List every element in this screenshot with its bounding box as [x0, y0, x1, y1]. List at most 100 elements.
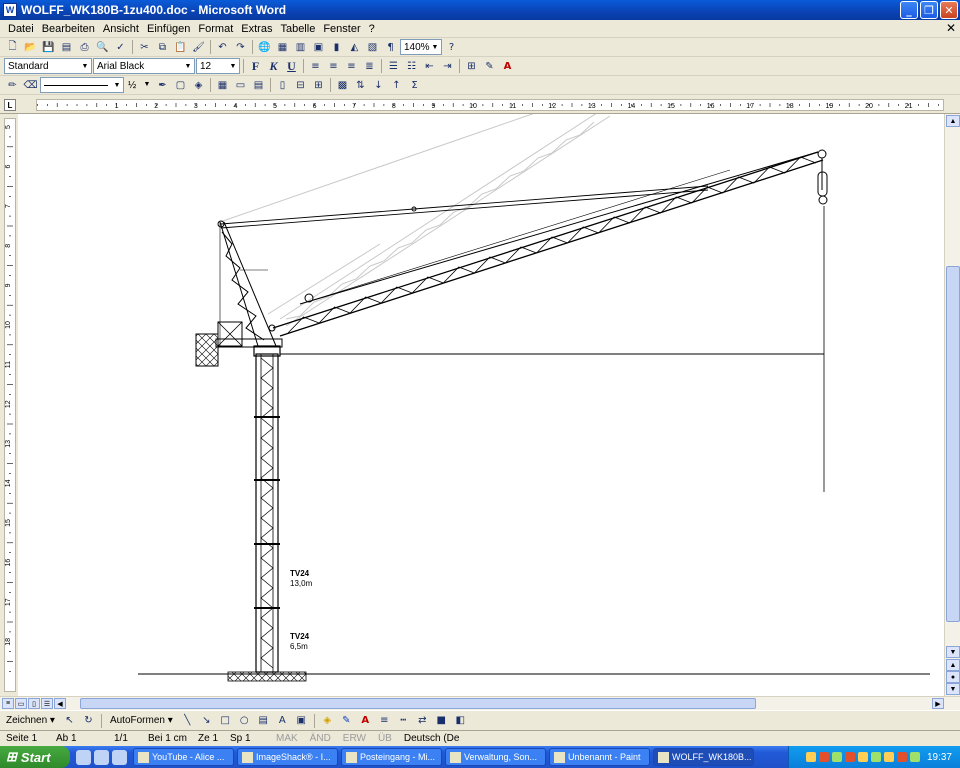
menu-format[interactable]: Format	[194, 23, 237, 35]
fill-color-icon[interactable]: ◈	[319, 713, 336, 729]
vertical-ruler-strip[interactable]: 5 6 7 8 9 10 11 12 13 14 15 16 17 18	[4, 118, 16, 692]
vertical-scrollbar[interactable]: ▲ ▼ ▲ ● ▼	[944, 114, 960, 696]
menu-datei[interactable]: Datei	[4, 23, 38, 35]
tray-icon[interactable]	[896, 752, 907, 762]
drawing-icon[interactable]: ◭	[346, 39, 363, 55]
crane-drawing[interactable]: TV24 13,0m TV24 6,5m	[18, 114, 944, 696]
status-language[interactable]: Deutsch (De	[398, 733, 466, 744]
title-bar[interactable]: W WOLFF_WK180B-1zu400.doc - Microsoft Wo…	[0, 0, 960, 20]
font-size-select[interactable]: 12 ▼	[196, 58, 240, 74]
outline-view-icon[interactable]: ☰	[41, 698, 53, 709]
vertical-ruler[interactable]: 5 6 7 8 9 10 11 12 13 14 15 16 17 18	[0, 114, 18, 696]
paste-icon[interactable]: 📋	[172, 39, 189, 55]
redo-icon[interactable]: ↷	[232, 39, 249, 55]
start-button[interactable]: ⊞ Start	[0, 746, 70, 768]
status-track-changes[interactable]: ÄND	[304, 733, 337, 744]
print-preview-icon[interactable]: 🔍	[94, 39, 111, 55]
normal-view-icon[interactable]: ≡	[2, 698, 14, 709]
scroll-down-button[interactable]: ▼	[946, 646, 960, 658]
document-canvas[interactable]: TV24 13,0m TV24 6,5m	[18, 114, 944, 696]
document-map-icon[interactable]: ▧	[364, 39, 381, 55]
close-window-button[interactable]: ✕	[940, 1, 958, 19]
tray-icon[interactable]	[844, 752, 855, 762]
next-page-button[interactable]: ▼	[946, 683, 960, 695]
save-icon[interactable]: 💾	[40, 39, 57, 55]
tray-icon[interactable]	[857, 752, 868, 762]
print-layout-icon[interactable]: ▯	[28, 698, 40, 709]
browse-object-button[interactable]: ●	[946, 671, 960, 683]
menu-einfuegen[interactable]: Einfügen	[143, 23, 194, 35]
tray-icon[interactable]	[909, 752, 920, 762]
hyperlink-icon[interactable]: 🌐	[256, 39, 273, 55]
3d-icon[interactable]: ◧	[452, 713, 469, 729]
taskbar-item[interactable]: Posteingang - Mi...	[341, 748, 442, 766]
align-cell-icon[interactable]: ▯	[274, 77, 291, 93]
show-hide-icon[interactable]: ¶	[382, 39, 399, 55]
dash-style-icon[interactable]: ┅	[395, 713, 412, 729]
tray-icon[interactable]	[883, 752, 894, 762]
autoshapes-menu-button[interactable]: AutoFormen ▾	[106, 715, 177, 726]
tray-icon[interactable]	[805, 752, 816, 762]
increase-indent-icon[interactable]: ⇥	[439, 58, 456, 74]
table-autoformat-icon[interactable]: ▩	[334, 77, 351, 93]
sort-ascending-icon[interactable]: ↓	[370, 77, 387, 93]
minimize-button[interactable]: _	[900, 1, 918, 19]
rectangle-icon[interactable]: □	[217, 713, 234, 729]
justify-icon[interactable]: ≣	[361, 58, 378, 74]
insert-table-icon[interactable]: ▥	[292, 39, 309, 55]
shadow-icon[interactable]: ■	[433, 713, 450, 729]
font-color-icon[interactable]: A	[357, 713, 374, 729]
align-center-icon[interactable]: ≡	[325, 58, 342, 74]
font-color-icon[interactable]: A	[499, 58, 516, 74]
wordart-icon[interactable]: A	[274, 713, 291, 729]
shading-color-icon[interactable]: ◈	[190, 77, 207, 93]
insert-excel-icon[interactable]: ▣	[310, 39, 327, 55]
word-app-icon[interactable]: W	[3, 3, 17, 17]
clock[interactable]: 19:37	[923, 752, 952, 763]
arrow-style-icon[interactable]: ⇄	[414, 713, 431, 729]
taskbar-item[interactable]: ImageShack® - I...	[237, 748, 338, 766]
bullets-icon[interactable]: ☷	[403, 58, 420, 74]
tab-selector[interactable]: L	[4, 99, 16, 111]
draw-table-pen-icon[interactable]: ✏	[4, 77, 21, 93]
scroll-right-button[interactable]: ▶	[932, 698, 944, 709]
format-painter-icon[interactable]: 🖌	[190, 39, 207, 55]
menu-extras[interactable]: Extras	[237, 23, 276, 35]
underline-button[interactable]: U	[283, 58, 300, 74]
undo-icon[interactable]: ↶	[214, 39, 231, 55]
horizontal-ruler[interactable]: L 12345678910111213141516171819202122	[0, 96, 960, 114]
insert-table-icon[interactable]: ▦	[214, 77, 231, 93]
change-text-direction-icon[interactable]: ⇅	[352, 77, 369, 93]
media-icon[interactable]	[112, 749, 127, 765]
taskbar-item[interactable]: Unbenannt - Paint	[549, 748, 650, 766]
tables-borders-icon[interactable]: ▦	[274, 39, 291, 55]
horizontal-ruler-strip[interactable]: 12345678910111213141516171819202122	[36, 99, 952, 111]
border-color-icon[interactable]: ✒	[154, 77, 171, 93]
oval-icon[interactable]: ○	[236, 713, 253, 729]
restore-button[interactable]: ❐	[920, 1, 938, 19]
line-style-icon[interactable]: ≡	[376, 713, 393, 729]
numbering-icon[interactable]: ☰	[385, 58, 402, 74]
line-icon[interactable]: ╲	[179, 713, 196, 729]
menu-bearbeiten[interactable]: Bearbeiten	[38, 23, 99, 35]
close-document-icon[interactable]: ✕	[946, 21, 956, 35]
permission-icon[interactable]: ▤	[58, 39, 75, 55]
open-folder-icon[interactable]: 📂	[22, 39, 39, 55]
autosum-icon[interactable]: Σ	[406, 77, 423, 93]
cut-icon[interactable]: ✂	[136, 39, 153, 55]
draw-menu-button[interactable]: Zeichnen ▾	[6, 715, 59, 726]
italic-button[interactable]: K	[265, 58, 282, 74]
zoom-select[interactable]: 140% ▼	[400, 39, 442, 55]
scroll-up-button[interactable]: ▲	[946, 115, 960, 127]
horizontal-scrollbar[interactable]: ≡ ▭ ▯ ☰ ◀ ▶	[0, 696, 960, 710]
scroll-left-button[interactable]: ◀	[54, 698, 66, 709]
free-rotate-icon[interactable]: ↻	[80, 713, 97, 729]
desktop-icon[interactable]	[76, 749, 91, 765]
align-left-icon[interactable]: ≡	[307, 58, 324, 74]
web-view-icon[interactable]: ▭	[15, 698, 27, 709]
horizontal-scroll-thumb[interactable]	[80, 698, 756, 709]
select-objects-icon[interactable]: ↖	[61, 713, 78, 729]
menu-help[interactable]: ?	[365, 23, 379, 35]
bold-button[interactable]: F	[247, 58, 264, 74]
borders-icon[interactable]: ⊞	[463, 58, 480, 74]
